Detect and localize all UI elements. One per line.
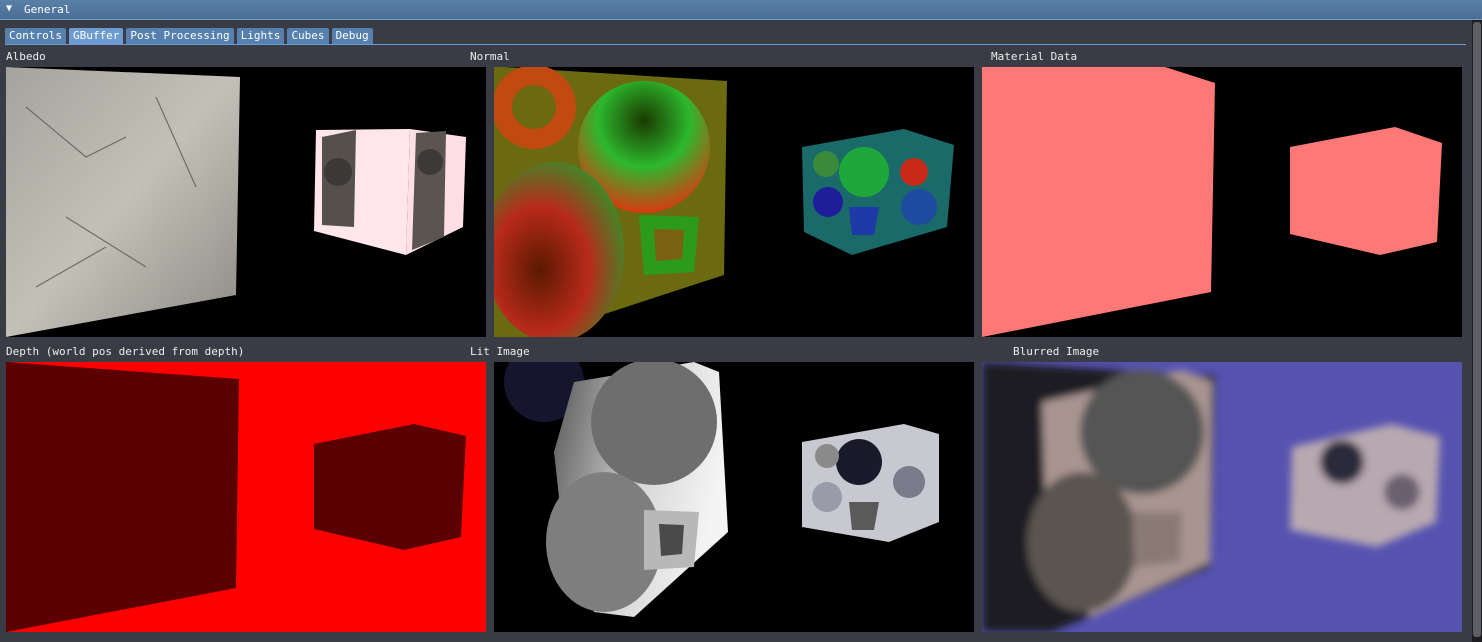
- normal-image: [494, 67, 974, 337]
- lit-image: [494, 362, 974, 632]
- tab-debug[interactable]: Debug: [331, 28, 373, 44]
- depth-image: [6, 362, 486, 632]
- tab-bar: Controls GBuffer Post Processing Lights …: [5, 28, 373, 45]
- albedo-image: [6, 67, 486, 337]
- scrollbar-thumb[interactable]: [1473, 22, 1481, 637]
- albedo-label: Albedo: [6, 50, 46, 63]
- window-titlebar[interactable]: ▼ General: [0, 0, 1482, 20]
- vertical-scrollbar[interactable]: [1472, 20, 1482, 642]
- triangle-down-icon[interactable]: ▼: [6, 3, 12, 14]
- material-label: Material Data: [991, 50, 1078, 63]
- blurred-image: [982, 362, 1462, 632]
- depth-label: Depth (world pos derived from depth): [6, 345, 245, 358]
- tab-underline: [5, 44, 1466, 45]
- tab-cubes[interactable]: Cubes: [287, 28, 329, 44]
- tab-lights[interactable]: Lights: [236, 28, 285, 44]
- tab-post-processing[interactable]: Post Processing: [126, 28, 234, 44]
- blurred-label: Blurred Image: [1013, 345, 1100, 358]
- window-title: General: [24, 3, 71, 16]
- normal-label: Normal: [470, 50, 510, 63]
- material-data-image: [982, 67, 1462, 337]
- tab-controls[interactable]: Controls: [5, 28, 66, 44]
- tab-gbuffer[interactable]: GBuffer: [68, 28, 124, 44]
- lit-label: Lit Image: [470, 345, 530, 358]
